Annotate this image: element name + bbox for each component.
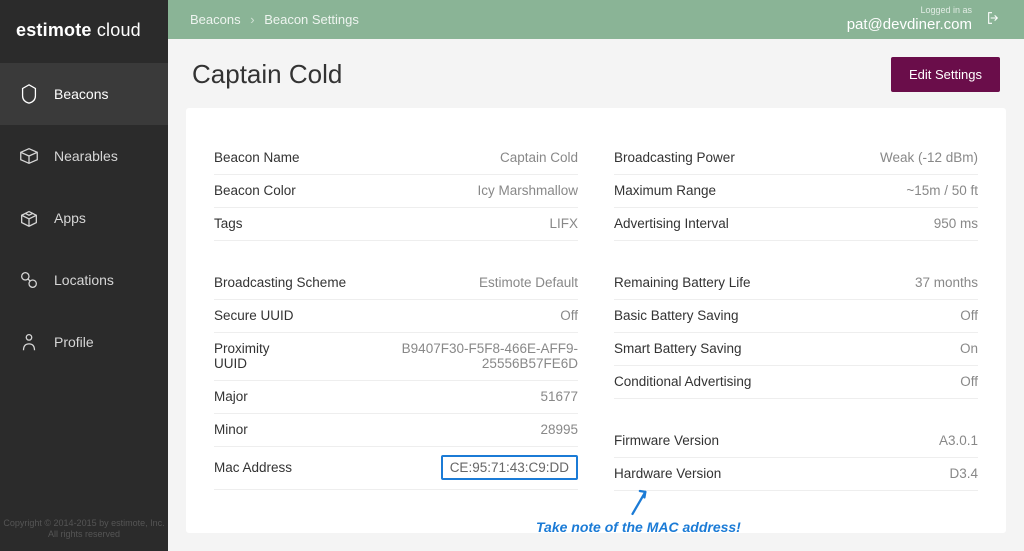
sidebar-item-label: Locations <box>54 272 114 288</box>
group-broadcast: Broadcasting SchemeEstimote Default Secu… <box>214 267 578 490</box>
breadcrumb-current: Beacon Settings <box>264 12 359 27</box>
sidebar-item-locations[interactable]: Locations <box>0 249 168 311</box>
logout-icon[interactable] <box>986 10 1002 29</box>
arrow-icon <box>627 487 649 517</box>
profile-icon <box>18 331 40 353</box>
locations-icon <box>18 269 40 291</box>
breadcrumb-separator: › <box>250 12 254 27</box>
breadcrumb: Beacons › Beacon Settings <box>190 12 359 27</box>
row-conditional-advertising: Conditional AdvertisingOff <box>614 366 978 399</box>
row-advertising-interval: Advertising Interval950 ms <box>614 208 978 241</box>
row-major: Major51677 <box>214 381 578 414</box>
topbar: Beacons › Beacon Settings Logged in as p… <box>168 0 1024 39</box>
main-content: Beacons › Beacon Settings Logged in as p… <box>168 0 1024 551</box>
annotation-callout: Take note of the MAC address! <box>536 487 741 535</box>
sidebar-item-nearables[interactable]: Nearables <box>0 125 168 187</box>
sidebar-item-label: Nearables <box>54 148 118 164</box>
left-column: Beacon NameCaptain Cold Beacon ColorIcy … <box>214 142 578 491</box>
row-mac-address: Mac AddressCE:95:71:43:C9:DD <box>214 447 578 490</box>
row-secure-uuid: Secure UUIDOff <box>214 300 578 333</box>
group-battery: Remaining Battery Life37 months Basic Ba… <box>614 267 978 399</box>
group-versions: Firmware VersionA3.0.1 Hardware VersionD… <box>614 425 978 491</box>
brand-logo: estimote cloud <box>0 0 168 63</box>
sidebar-item-apps[interactable]: Apps <box>0 187 168 249</box>
sidebar-item-beacons[interactable]: Beacons <box>0 63 168 125</box>
user-area: Logged in as pat@devdiner.com <box>847 5 1002 34</box>
group-identity: Beacon NameCaptain Cold Beacon ColorIcy … <box>214 142 578 241</box>
copyright-line1: Copyright © 2014-2015 by estimote, Inc. <box>0 518 168 530</box>
row-broadcasting-power: Broadcasting PowerWeak (-12 dBm) <box>614 142 978 175</box>
apps-icon <box>18 207 40 229</box>
copyright: Copyright © 2014-2015 by estimote, Inc. … <box>0 518 168 541</box>
sidebar-item-label: Apps <box>54 210 86 226</box>
row-beacon-name: Beacon NameCaptain Cold <box>214 142 578 175</box>
sidebar: estimote cloud Beacons Nearables Apps <box>0 0 168 551</box>
breadcrumb-root[interactable]: Beacons <box>190 12 241 27</box>
sidebar-item-label: Profile <box>54 334 94 350</box>
row-smart-battery-saving: Smart Battery SavingOn <box>614 333 978 366</box>
sidebar-nav: Beacons Nearables Apps Locations <box>0 63 168 373</box>
annotation-text: Take note of the MAC address! <box>536 519 741 535</box>
row-proximity-uuid: Proximity UUIDB9407F30-F5F8-466E-AFF9-25… <box>214 333 578 381</box>
sidebar-item-label: Beacons <box>54 86 108 102</box>
user-email: pat@devdiner.com <box>847 16 972 34</box>
user-block: Logged in as pat@devdiner.com <box>847 5 972 34</box>
nearables-icon <box>18 145 40 167</box>
row-broadcasting-scheme: Broadcasting SchemeEstimote Default <box>214 267 578 300</box>
row-basic-battery-saving: Basic Battery SavingOff <box>614 300 978 333</box>
sidebar-item-profile[interactable]: Profile <box>0 311 168 373</box>
brand-name: estimote <box>16 20 92 40</box>
beacons-icon <box>18 83 40 105</box>
logged-in-as-label: Logged in as <box>847 5 972 16</box>
mac-address-value: CE:95:71:43:C9:DD <box>441 455 578 480</box>
page-head: Captain Cold Edit Settings <box>168 39 1024 108</box>
row-minor: Minor28995 <box>214 414 578 447</box>
row-tags: TagsLIFX <box>214 208 578 241</box>
brand-suffix: cloud <box>97 20 141 40</box>
edit-settings-button[interactable]: Edit Settings <box>891 57 1000 92</box>
row-beacon-color: Beacon ColorIcy Marshmallow <box>214 175 578 208</box>
row-maximum-range: Maximum Range~15m / 50 ft <box>614 175 978 208</box>
row-firmware-version: Firmware VersionA3.0.1 <box>614 425 978 458</box>
group-signal: Broadcasting PowerWeak (-12 dBm) Maximum… <box>614 142 978 241</box>
settings-card: Beacon NameCaptain Cold Beacon ColorIcy … <box>186 108 1006 533</box>
copyright-line2: All rights reserved <box>0 529 168 541</box>
right-column: Broadcasting PowerWeak (-12 dBm) Maximum… <box>614 142 978 491</box>
row-remaining-battery: Remaining Battery Life37 months <box>614 267 978 300</box>
page-title: Captain Cold <box>192 59 342 90</box>
